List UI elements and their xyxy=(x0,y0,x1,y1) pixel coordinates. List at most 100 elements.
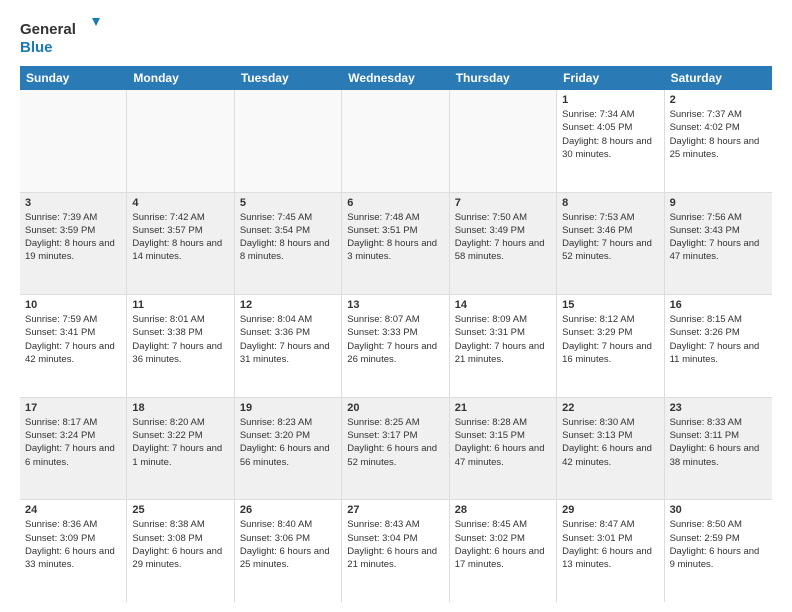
day-number: 24 xyxy=(25,504,121,516)
calendar-cell-5-6: 29 Sunrise: 8:47 AM Sunset: 3:01 PM Dayli… xyxy=(557,500,664,602)
day-number: 20 xyxy=(347,402,443,414)
calendar-cell-4-4: 20Sunrise: 8:25 AM Sunset: 3:17 PM Dayli… xyxy=(342,398,449,500)
calendar-cell-3-3: 12Sunrise: 8:04 AM Sunset: 3:36 PM Dayli… xyxy=(235,295,342,397)
day-number: 4 xyxy=(132,197,228,209)
day-info: Sunrise: 8:28 AM Sunset: 3:15 PM Dayligh… xyxy=(455,416,551,469)
calendar-cell-1-3 xyxy=(235,90,342,192)
calendar-cell-4-7: 23 Sunrise: 8:33 AM Sunset: 3:11 PM Dayli… xyxy=(665,398,772,500)
day-number: 27 xyxy=(347,504,443,516)
day-number: 14 xyxy=(455,299,551,311)
calendar-cell-5-3: 26 Sunrise: 8:40 AM Sunset: 3:06 PM Dayli… xyxy=(235,500,342,602)
day-info: Sunrise: 8:30 AM Sunset: 3:13 PM Dayligh… xyxy=(562,416,658,469)
header: General Blue xyxy=(20,16,772,56)
day-number: 21 xyxy=(455,402,551,414)
calendar-cell-1-5 xyxy=(450,90,557,192)
day-info: Sunrise: 8:12 AM Sunset: 3:29 PM Dayligh… xyxy=(562,313,658,366)
calendar-cell-4-1: 17 Sunrise: 8:17 AM Sunset: 3:24 PM Dayli… xyxy=(20,398,127,500)
header-day-saturday: Saturday xyxy=(665,66,772,90)
day-number: 15 xyxy=(562,299,658,311)
calendar-row-5: 24 Sunrise: 8:36 AM Sunset: 3:09 PM Dayli… xyxy=(20,500,772,602)
header-day-friday: Friday xyxy=(557,66,664,90)
day-number: 11 xyxy=(132,299,228,311)
day-number: 7 xyxy=(455,197,551,209)
calendar-cell-2-1: 3 Sunrise: 7:39 AM Sunset: 3:59 PM Daylig… xyxy=(20,193,127,295)
calendar-cell-3-4: 13 Sunrise: 8:07 AM Sunset: 3:33 PM Dayli… xyxy=(342,295,449,397)
day-number: 18 xyxy=(132,402,228,414)
calendar-cell-1-2 xyxy=(127,90,234,192)
day-number: 8 xyxy=(562,197,658,209)
day-number: 1 xyxy=(562,94,658,106)
day-number: 25 xyxy=(132,504,228,516)
day-info: Sunrise: 8:43 AM Sunset: 3:04 PM Dayligh… xyxy=(347,518,443,571)
day-number: 13 xyxy=(347,299,443,311)
day-number: 5 xyxy=(240,197,336,209)
calendar-row-1: 1 Sunrise: 7:34 AM Sunset: 4:05 PM Daylig… xyxy=(20,90,772,193)
calendar-cell-4-6: 22Sunrise: 8:30 AM Sunset: 3:13 PM Dayli… xyxy=(557,398,664,500)
calendar-cell-5-2: 25 Sunrise: 8:38 AM Sunset: 3:08 PM Dayli… xyxy=(127,500,234,602)
day-info: Sunrise: 7:37 AM Sunset: 4:02 PM Dayligh… xyxy=(670,108,767,161)
day-info: Sunrise: 8:07 AM Sunset: 3:33 PM Dayligh… xyxy=(347,313,443,366)
calendar-cell-2-3: 5 Sunrise: 7:45 AM Sunset: 3:54 PM Daylig… xyxy=(235,193,342,295)
calendar-cell-3-7: 16 Sunrise: 8:15 AM Sunset: 3:26 PM Dayli… xyxy=(665,295,772,397)
day-info: Sunrise: 7:50 AM Sunset: 3:49 PM Dayligh… xyxy=(455,211,551,264)
page: General Blue SundayMondayTuesdayWednesda… xyxy=(0,0,792,612)
calendar-cell-3-2: 11 Sunrise: 8:01 AM Sunset: 3:38 PM Dayli… xyxy=(127,295,234,397)
day-info: Sunrise: 7:42 AM Sunset: 3:57 PM Dayligh… xyxy=(132,211,228,264)
day-info: Sunrise: 8:50 AM Sunset: 2:59 PM Dayligh… xyxy=(670,518,767,571)
day-number: 19 xyxy=(240,402,336,414)
day-info: Sunrise: 7:39 AM Sunset: 3:59 PM Dayligh… xyxy=(25,211,121,264)
day-info: Sunrise: 7:34 AM Sunset: 4:05 PM Dayligh… xyxy=(562,108,658,161)
day-number: 23 xyxy=(670,402,767,414)
day-number: 3 xyxy=(25,197,121,209)
calendar-cell-1-1 xyxy=(20,90,127,192)
day-info: Sunrise: 8:38 AM Sunset: 3:08 PM Dayligh… xyxy=(132,518,228,571)
day-info: Sunrise: 8:17 AM Sunset: 3:24 PM Dayligh… xyxy=(25,416,121,469)
calendar-cell-3-6: 15 Sunrise: 8:12 AM Sunset: 3:29 PM Dayli… xyxy=(557,295,664,397)
calendar-cell-4-5: 21 Sunrise: 8:28 AM Sunset: 3:15 PM Dayli… xyxy=(450,398,557,500)
calendar-cell-2-2: 4 Sunrise: 7:42 AM Sunset: 3:57 PM Daylig… xyxy=(127,193,234,295)
day-info: Sunrise: 8:20 AM Sunset: 3:22 PM Dayligh… xyxy=(132,416,228,469)
day-info: Sunrise: 8:45 AM Sunset: 3:02 PM Dayligh… xyxy=(455,518,551,571)
day-number: 29 xyxy=(562,504,658,516)
day-number: 2 xyxy=(670,94,767,106)
logo: General Blue xyxy=(20,16,100,56)
day-info: Sunrise: 8:36 AM Sunset: 3:09 PM Dayligh… xyxy=(25,518,121,571)
logo-icon: General Blue xyxy=(20,16,100,56)
day-info: Sunrise: 7:48 AM Sunset: 3:51 PM Dayligh… xyxy=(347,211,443,264)
day-number: 17 xyxy=(25,402,121,414)
calendar-cell-5-5: 28Sunrise: 8:45 AM Sunset: 3:02 PM Dayli… xyxy=(450,500,557,602)
calendar-row-2: 3 Sunrise: 7:39 AM Sunset: 3:59 PM Daylig… xyxy=(20,193,772,296)
calendar-cell-4-3: 19Sunrise: 8:23 AM Sunset: 3:20 PM Dayli… xyxy=(235,398,342,500)
calendar-cell-2-4: 6Sunrise: 7:48 AM Sunset: 3:51 PM Daylig… xyxy=(342,193,449,295)
day-number: 16 xyxy=(670,299,767,311)
day-number: 30 xyxy=(670,504,767,516)
day-info: Sunrise: 7:45 AM Sunset: 3:54 PM Dayligh… xyxy=(240,211,336,264)
svg-text:General: General xyxy=(20,21,76,38)
calendar-cell-1-7: 2 Sunrise: 7:37 AM Sunset: 4:02 PM Daylig… xyxy=(665,90,772,192)
calendar-cell-3-5: 14 Sunrise: 8:09 AM Sunset: 3:31 PM Dayli… xyxy=(450,295,557,397)
calendar-row-4: 17 Sunrise: 8:17 AM Sunset: 3:24 PM Dayli… xyxy=(20,398,772,501)
svg-text:Blue: Blue xyxy=(20,39,53,56)
day-info: Sunrise: 8:09 AM Sunset: 3:31 PM Dayligh… xyxy=(455,313,551,366)
day-info: Sunrise: 7:59 AM Sunset: 3:41 PM Dayligh… xyxy=(25,313,121,366)
calendar-row-3: 10 Sunrise: 7:59 AM Sunset: 3:41 PM Dayli… xyxy=(20,295,772,398)
header-day-tuesday: Tuesday xyxy=(235,66,342,90)
header-day-monday: Monday xyxy=(127,66,234,90)
day-info: Sunrise: 8:15 AM Sunset: 3:26 PM Dayligh… xyxy=(670,313,767,366)
day-info: Sunrise: 8:04 AM Sunset: 3:36 PM Dayligh… xyxy=(240,313,336,366)
calendar-cell-5-1: 24 Sunrise: 8:36 AM Sunset: 3:09 PM Dayli… xyxy=(20,500,127,602)
day-info: Sunrise: 8:47 AM Sunset: 3:01 PM Dayligh… xyxy=(562,518,658,571)
calendar-cell-2-7: 9Sunrise: 7:56 AM Sunset: 3:43 PM Daylig… xyxy=(665,193,772,295)
day-number: 26 xyxy=(240,504,336,516)
day-info: Sunrise: 8:33 AM Sunset: 3:11 PM Dayligh… xyxy=(670,416,767,469)
day-info: Sunrise: 8:01 AM Sunset: 3:38 PM Dayligh… xyxy=(132,313,228,366)
calendar-cell-1-4 xyxy=(342,90,449,192)
calendar-cell-4-2: 18 Sunrise: 8:20 AM Sunset: 3:22 PM Dayli… xyxy=(127,398,234,500)
calendar-cell-3-1: 10 Sunrise: 7:59 AM Sunset: 3:41 PM Dayli… xyxy=(20,295,127,397)
day-info: Sunrise: 8:40 AM Sunset: 3:06 PM Dayligh… xyxy=(240,518,336,571)
day-number: 10 xyxy=(25,299,121,311)
calendar-cell-5-4: 27 Sunrise: 8:43 AM Sunset: 3:04 PM Dayli… xyxy=(342,500,449,602)
calendar: SundayMondayTuesdayWednesdayThursdayFrid… xyxy=(20,66,772,602)
calendar-cell-1-6: 1 Sunrise: 7:34 AM Sunset: 4:05 PM Daylig… xyxy=(557,90,664,192)
calendar-header: SundayMondayTuesdayWednesdayThursdayFrid… xyxy=(20,66,772,90)
